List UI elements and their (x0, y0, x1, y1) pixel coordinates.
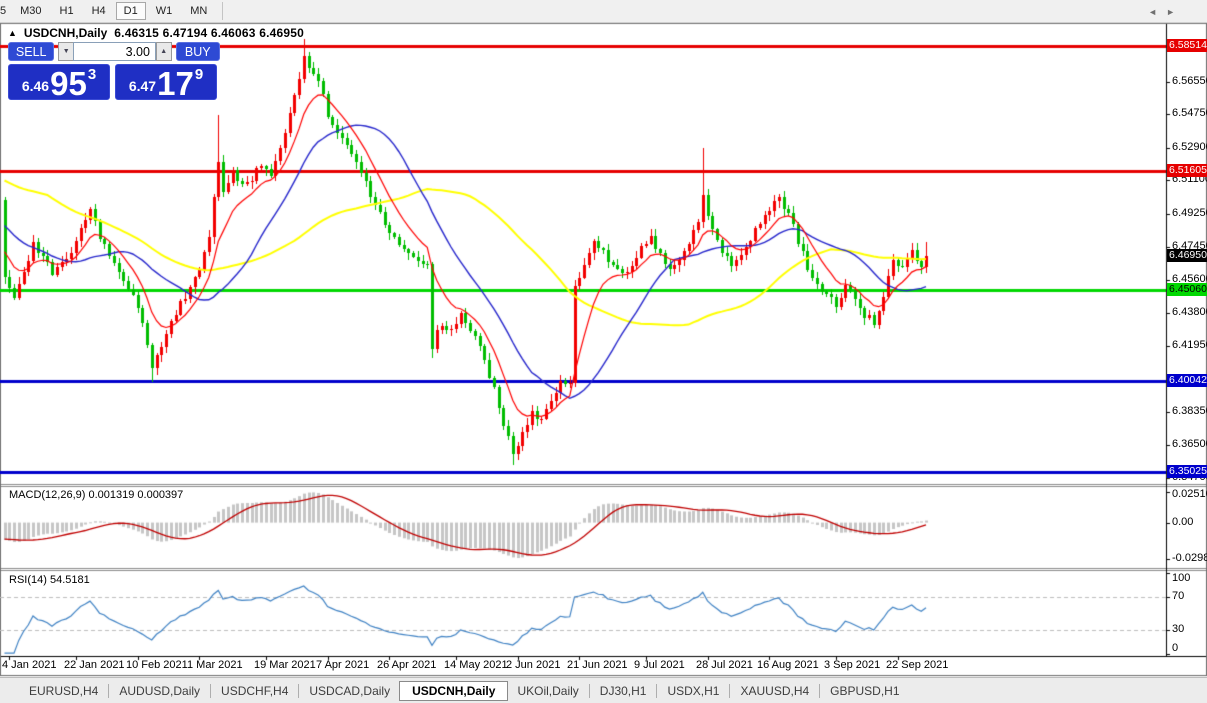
chart-tab-usdcad-daily[interactable]: USDCAD,Daily (300, 681, 399, 701)
sell-price-big: 95 (50, 70, 87, 97)
volume-decrease-button[interactable]: ▼ (58, 42, 73, 61)
buy-price-prefix: 6.47 (129, 78, 156, 94)
timeframe-button-5[interactable]: 5 (0, 2, 10, 20)
sell-price-prefix: 6.46 (22, 78, 49, 94)
tab-separator (656, 684, 657, 698)
chart-tab-gbpusd-h1[interactable]: GBPUSD,H1 (821, 681, 908, 701)
rsi-indicator-label: RSI(14) 54.5181 (9, 574, 90, 586)
sell-price-display[interactable]: 6.46 95 3 (8, 64, 110, 100)
timeframe-button-h4[interactable]: H4 (84, 2, 114, 20)
sell-price-sup: 3 (88, 66, 96, 83)
buy-price-display[interactable]: 6.47 17 9 (115, 64, 217, 100)
macd-indicator-label: MACD(12,26,9) 0.001319 0.000397 (9, 489, 183, 501)
spin-down-icon: ▼ (63, 48, 70, 55)
tab-scroll-left-icon[interactable]: ◄ (1148, 8, 1157, 17)
chart-tab-usdchf-h4[interactable]: USDCHF,H4 (212, 681, 297, 701)
timeframe-button-d1[interactable]: D1 (116, 2, 146, 20)
chart-tab-eurusd-h4[interactable]: EURUSD,H4 (20, 681, 107, 701)
timeframe-button-m30[interactable]: M30 (12, 2, 49, 20)
buy-price-sup: 9 (195, 66, 203, 83)
one-click-trade-panel: SELL ▼ ▲ BUY 6.46 95 3 6.47 17 9 (8, 42, 220, 100)
buy-price-big: 17 (157, 70, 194, 97)
chart-tab-dj30-h1[interactable]: DJ30,H1 (591, 681, 656, 701)
tab-separator (729, 684, 730, 698)
price-chart-canvas[interactable] (0, 0, 1207, 703)
chart-title: ▲ USDCNH,Daily 6.46315 6.47194 6.46063 6… (8, 26, 304, 40)
chart-tab-usdx-h1[interactable]: USDX,H1 (658, 681, 728, 701)
toolbar-separator (222, 2, 223, 20)
tab-separator (298, 684, 299, 698)
volume-increase-button[interactable]: ▲ (156, 42, 172, 61)
tab-separator (819, 684, 820, 698)
timeframe-button-mn[interactable]: MN (182, 2, 215, 20)
sell-button[interactable]: SELL (8, 42, 54, 61)
buy-button[interactable]: BUY (176, 42, 221, 61)
tab-scroll-right-icon[interactable]: ► (1166, 8, 1175, 17)
chart-ohlc-values: 6.46315 6.47194 6.46063 6.46950 (114, 26, 304, 40)
chart-tab-usdcnh-daily[interactable]: USDCNH,Daily (399, 681, 508, 701)
tab-separator (210, 684, 211, 698)
chart-tab-ukoil-daily[interactable]: UKOil,Daily (508, 681, 587, 701)
volume-input[interactable] (73, 42, 156, 61)
tab-separator (108, 684, 109, 698)
timeframe-toolbar: 5M30H1H4D1W1MN (0, 0, 1207, 23)
timeframe-button-h1[interactable]: H1 (52, 2, 82, 20)
chart-tab-audusd-daily[interactable]: AUDUSD,Daily (110, 681, 209, 701)
spin-up-icon: ▲ (160, 48, 167, 55)
chart-tab-xauusd-h4[interactable]: XAUUSD,H4 (731, 681, 818, 701)
chart-tab-bar: EURUSD,H4AUDUSD,DailyUSDCHF,H4USDCAD,Dai… (0, 677, 1207, 703)
tab-scroll-controls: ◄ ► (1148, 8, 1175, 17)
timeframe-button-w1[interactable]: W1 (148, 2, 181, 20)
chart-symbol-period: USDCNH,Daily (24, 26, 107, 40)
collapse-chart-icon[interactable]: ▲ (8, 29, 17, 38)
tab-separator (589, 684, 590, 698)
